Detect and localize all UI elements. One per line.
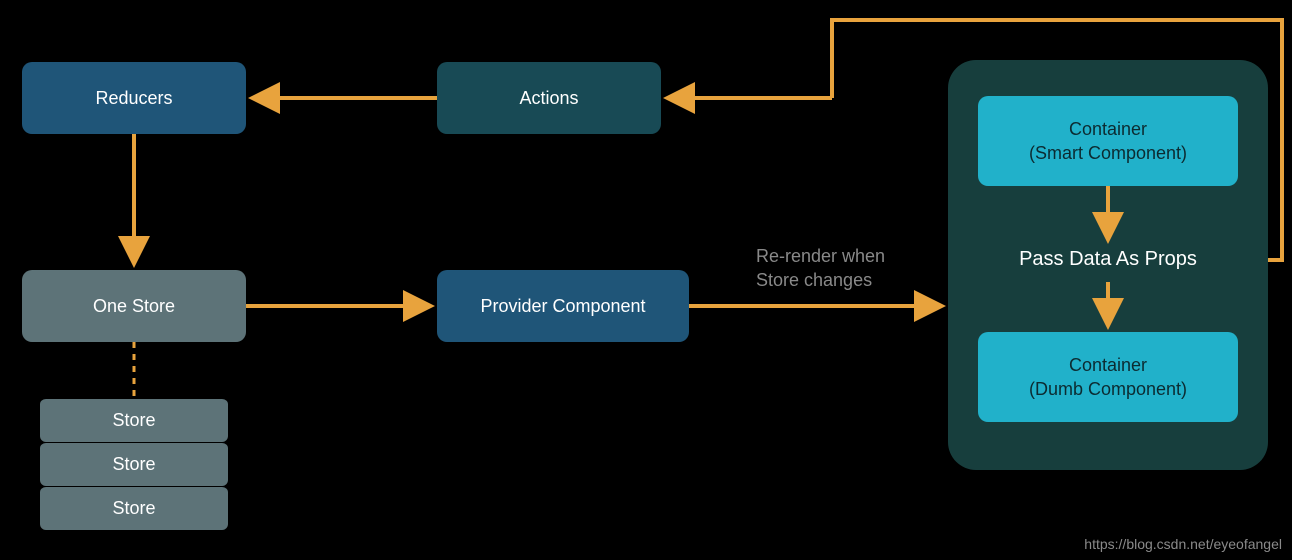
node-label: Store bbox=[112, 454, 155, 475]
node-label: Actions bbox=[519, 86, 578, 110]
node-store-2: Store bbox=[40, 442, 228, 486]
node-label: Container (Dumb Component) bbox=[1029, 353, 1187, 402]
node-label: Provider Component bbox=[480, 294, 645, 318]
node-one-store: One Store bbox=[22, 270, 246, 342]
node-label: Store bbox=[112, 410, 155, 431]
node-label: One Store bbox=[93, 294, 175, 318]
node-label: Reducers bbox=[95, 86, 172, 110]
watermark: https://blog.csdn.net/eyeofangel bbox=[1084, 536, 1282, 552]
node-actions: Actions bbox=[437, 62, 661, 134]
node-provider: Provider Component bbox=[437, 270, 689, 342]
node-store-1: Store bbox=[40, 398, 228, 442]
node-label: Store bbox=[112, 498, 155, 519]
node-smart-container: Container (Smart Component) bbox=[978, 96, 1238, 186]
node-label: Container (Smart Component) bbox=[1029, 117, 1187, 166]
node-dumb-container: Container (Dumb Component) bbox=[978, 332, 1238, 422]
panel-label: Pass Data As Props bbox=[948, 248, 1268, 271]
node-store-3: Store bbox=[40, 486, 228, 530]
node-reducers: Reducers bbox=[22, 62, 246, 134]
edge-label-rerender: Re-render when Store changes bbox=[756, 244, 936, 293]
